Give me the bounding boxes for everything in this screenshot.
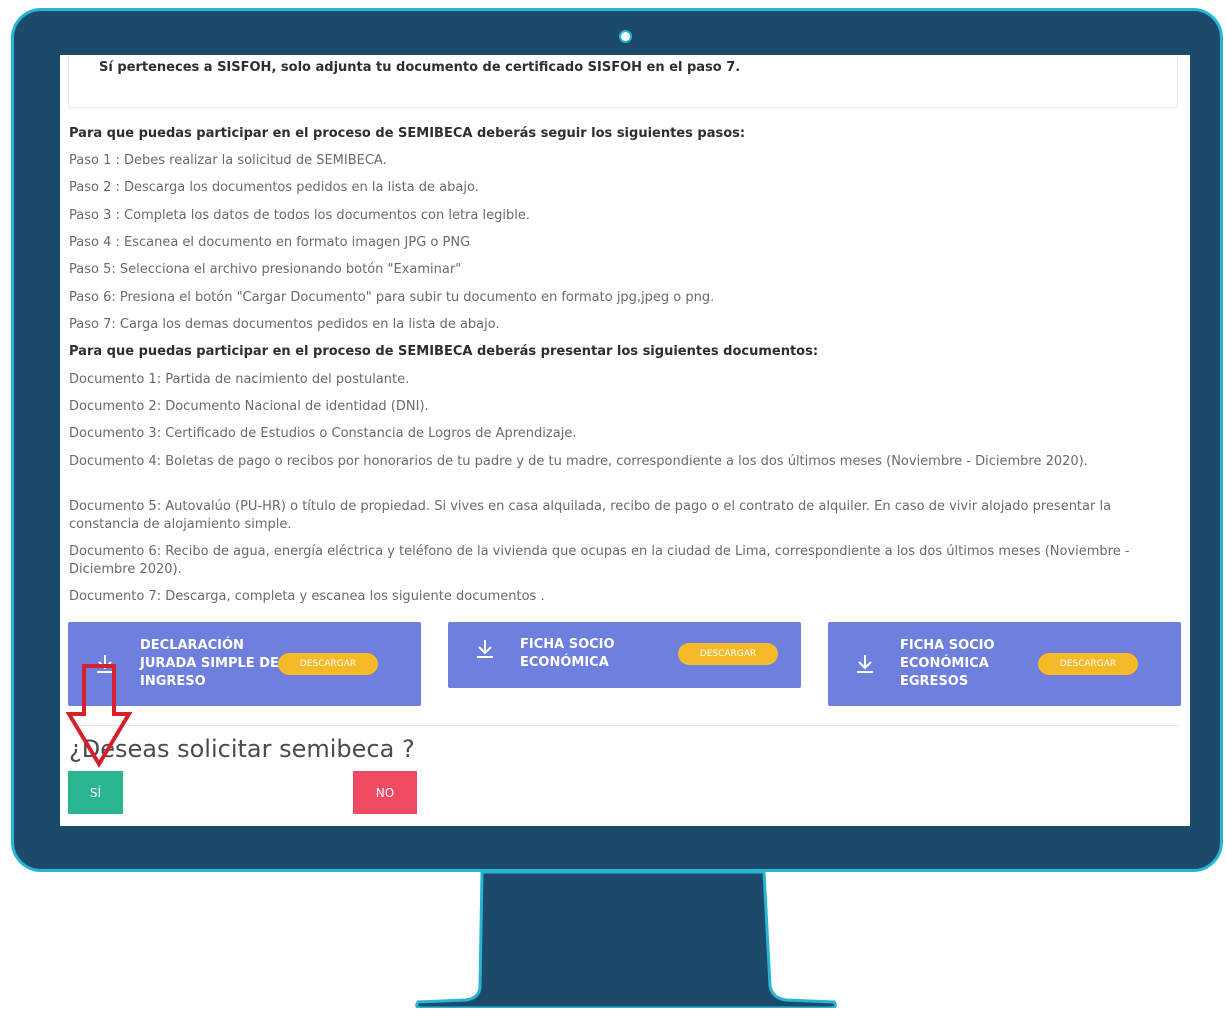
card-ficha-socio-economica-egresos: FICHA SOCIO ECONÓMICA EGRESOS DESCARGAR <box>828 622 1181 706</box>
document-item: Documento 7: Descarga, completa y escane… <box>69 589 545 604</box>
document-item: Documento 4: Boletas de pago o recibos p… <box>69 454 1088 469</box>
document-item: Documento 6: Recibo de agua, energía elé… <box>69 544 1130 577</box>
yes-button[interactable]: SÍ <box>68 771 123 814</box>
document-item: Documento 2: Documento Nacional de ident… <box>69 399 429 414</box>
step-item: Paso 4 : Escanea el documento en formato… <box>69 235 471 250</box>
documents-heading: Para que puedas participar en el proceso… <box>69 344 819 359</box>
descargar-button[interactable]: DESCARGAR <box>678 643 778 665</box>
card-title: FICHA SOCIO ECONÓMICA EGRESOS <box>900 638 995 689</box>
step-item: Paso 5: Selecciona el archivo presionand… <box>69 262 462 277</box>
step-item: Paso 6: Presiona el botón "Cargar Docume… <box>69 290 715 305</box>
download-icon <box>477 640 493 658</box>
card-ficha-socio-economica: FICHA SOCIO ECONÓMICA DESCARGAR <box>448 622 801 688</box>
divider <box>68 725 1180 726</box>
no-button[interactable]: NO <box>353 771 417 814</box>
sisfoh-notice: Sí perteneces a SISFOH, solo adjunta tu … <box>99 60 741 75</box>
sisfoh-notice-box: Sí perteneces a SISFOH, solo adjunta tu … <box>68 55 1178 108</box>
screen: Sí perteneces a SISFOH, solo adjunta tu … <box>60 55 1190 826</box>
step-item: Paso 7: Carga los demas documentos pedid… <box>69 317 500 332</box>
descargar-button[interactable]: DESCARGAR <box>1038 653 1138 675</box>
document-item: Documento 1: Partida de nacimiento del p… <box>69 372 410 387</box>
document-item: Documento 3: Certificado de Estudios o C… <box>69 426 577 441</box>
camera-dot <box>619 30 632 43</box>
descargar-button[interactable]: DESCARGAR <box>278 653 378 675</box>
monitor-stand <box>415 872 837 1008</box>
instructions: Para que puedas participar en el proceso… <box>69 125 1173 615</box>
steps-heading: Para que puedas participar en el proceso… <box>69 126 746 141</box>
step-item: Paso 2 : Descarga los documentos pedidos… <box>69 180 479 195</box>
step-item: Paso 1 : Debes realizar la solicitud de … <box>69 153 387 168</box>
card-title: DECLARACIÓN JURADA SIMPLE DE INGRESO <box>140 638 279 689</box>
step-item: Paso 3 : Completa los datos de todos los… <box>69 208 530 223</box>
document-item: Documento 5: Autovalúo (PU-HR) o título … <box>69 499 1112 532</box>
download-icon <box>857 655 873 673</box>
annotation-arrow-icon <box>66 664 132 768</box>
card-title: FICHA SOCIO ECONÓMICA <box>520 637 615 670</box>
